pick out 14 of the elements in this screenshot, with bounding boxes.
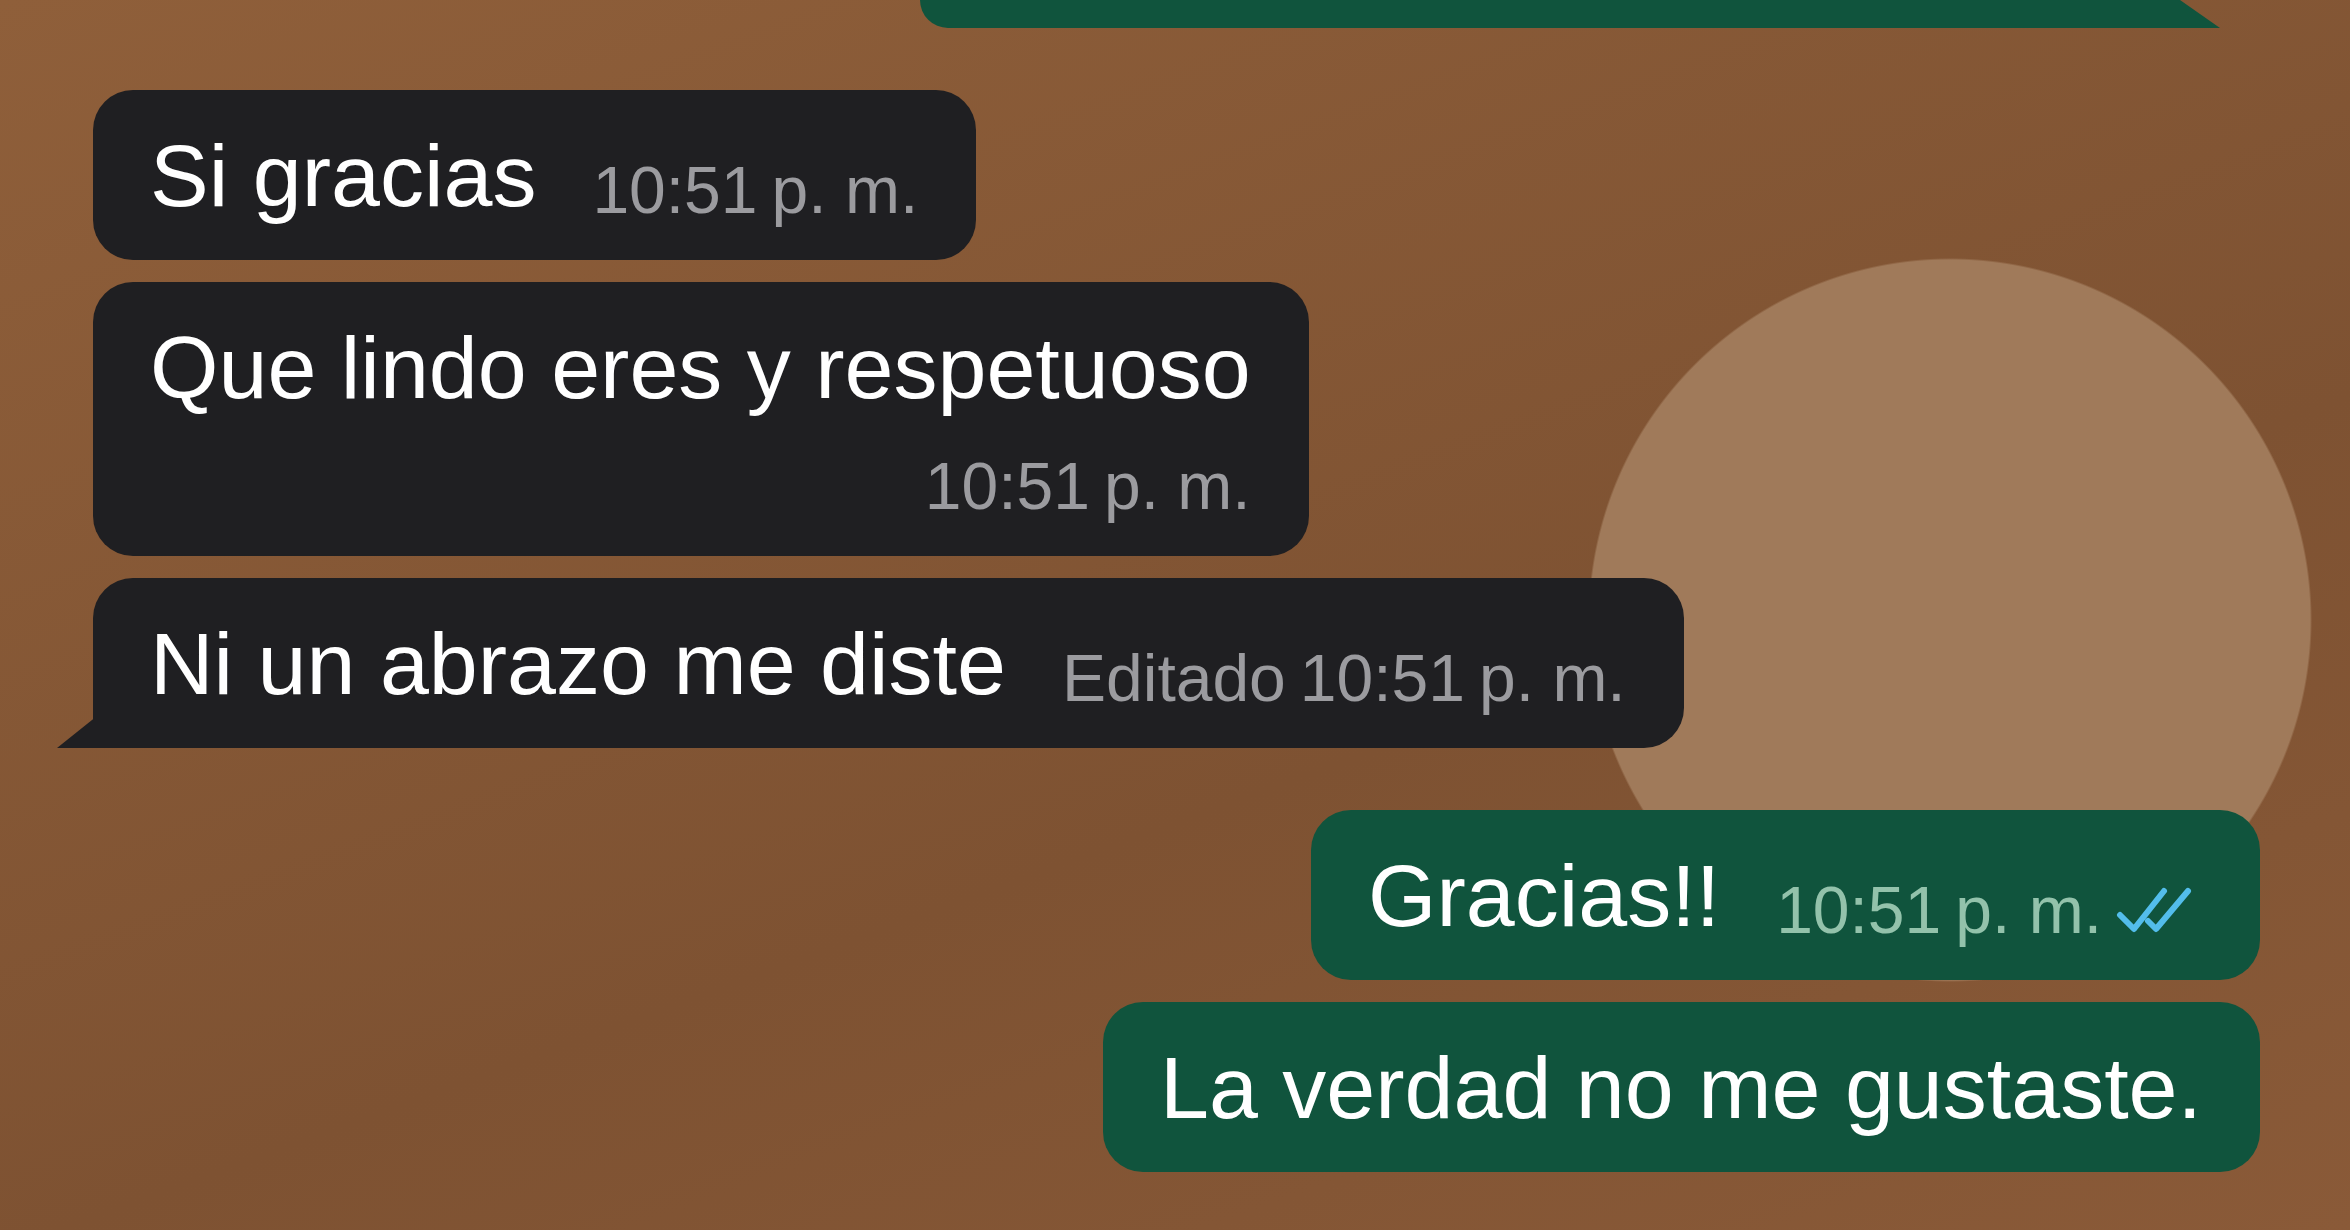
message-time: 10:51 [1299,640,1465,716]
time-period: p. m. [1479,640,1626,716]
message-text: Ni un abrazo me diste [150,614,1006,714]
message-text: Que lindo eres y respetuoso [150,318,1251,418]
message-time: 10:51 [924,448,1090,524]
message-text: Gracias!! [1368,846,1721,946]
time-period: p. m. [1103,448,1251,524]
message-text: Si gracias [150,126,537,226]
edited-label: Editado [1062,640,1286,716]
message-time: 10:51 [1776,872,1942,948]
time-period: p. m. [1955,872,2102,948]
time-period: p. m. [771,152,919,228]
message-text: La verdad no me gustaste. [1160,1038,2202,1138]
message-time: 10:51 [592,152,758,228]
